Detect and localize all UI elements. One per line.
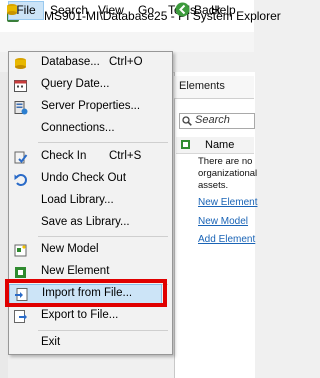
menu-go[interactable]: Go xyxy=(138,2,154,18)
menu-search[interactable]: Search xyxy=(50,2,88,18)
menu-item-label: Undo Check Out xyxy=(41,172,127,184)
menu-item-check-in[interactable]: Check In Ctrl+S xyxy=(9,146,172,168)
menu-item-query-date[interactable]: Query Date... xyxy=(9,74,172,96)
menu-separator xyxy=(38,236,168,237)
menu-item-export-to-file[interactable]: Export to File... xyxy=(9,305,172,327)
new-model-link[interactable]: New Model xyxy=(198,216,248,227)
empty-message: There are no organizational assets. xyxy=(198,156,258,191)
menu-item-label: Connections... xyxy=(41,122,115,134)
new-model-icon xyxy=(14,244,27,257)
menu-item-label: Export to File... xyxy=(41,309,119,321)
back-button[interactable]: Back xyxy=(194,3,221,17)
menu-item-new-model[interactable]: New Model xyxy=(9,239,172,261)
menu-item-label: Query Date... xyxy=(41,78,110,90)
menu-item-label: Exit xyxy=(41,336,61,348)
check-in-icon xyxy=(14,151,28,164)
menu-view[interactable]: View xyxy=(98,2,124,18)
database-toolbar-icon[interactable] xyxy=(5,2,19,16)
search-placeholder: Search xyxy=(195,114,230,126)
element-column-icon xyxy=(181,140,190,149)
server-properties-icon xyxy=(14,101,28,115)
menu-item-label: Server Properties... xyxy=(41,100,141,112)
menu-item-shortcut: Ctrl+O xyxy=(109,56,143,68)
menu-item-label: Database... xyxy=(41,56,100,68)
menu-item-load-library[interactable]: Load Library... xyxy=(9,190,172,212)
search-icon xyxy=(182,116,192,126)
menu-item-save-as-library[interactable]: Save as Library... xyxy=(9,212,172,234)
menu-item-connections[interactable]: Connections... xyxy=(9,118,172,140)
menu-item-label: New Model xyxy=(41,243,99,255)
add-element-link[interactable]: Add Element xyxy=(198,234,255,245)
new-element-link[interactable]: New Element xyxy=(198,197,257,208)
menu-item-exit[interactable]: Exit xyxy=(9,332,172,354)
menu-item-label: New Element xyxy=(41,265,110,277)
calendar-icon xyxy=(14,80,27,92)
database-icon xyxy=(15,58,26,69)
new-element-icon xyxy=(15,267,26,278)
back-arrow-icon[interactable] xyxy=(175,2,190,17)
menu-separator xyxy=(38,142,168,143)
menu-bar xyxy=(0,32,254,53)
left-panel-edge xyxy=(0,72,8,378)
highlight-annotation-box xyxy=(5,279,167,307)
menu-item-label: Save as Library... xyxy=(41,216,130,228)
export-icon xyxy=(14,310,27,323)
menu-item-database[interactable]: Database... Ctrl+O xyxy=(9,52,172,74)
menu-separator xyxy=(38,330,168,331)
menu-item-server-properties[interactable]: Server Properties... xyxy=(9,96,172,118)
menu-item-undo-check-out[interactable]: Undo Check Out xyxy=(9,168,172,190)
column-name[interactable]: Name xyxy=(205,139,234,151)
menu-item-label: Load Library... xyxy=(41,194,114,206)
menu-item-label: Check In xyxy=(41,150,87,162)
undo-icon xyxy=(14,174,27,186)
menu-item-shortcut: Ctrl+S xyxy=(109,150,142,162)
elements-panel-title: Elements xyxy=(179,80,225,92)
